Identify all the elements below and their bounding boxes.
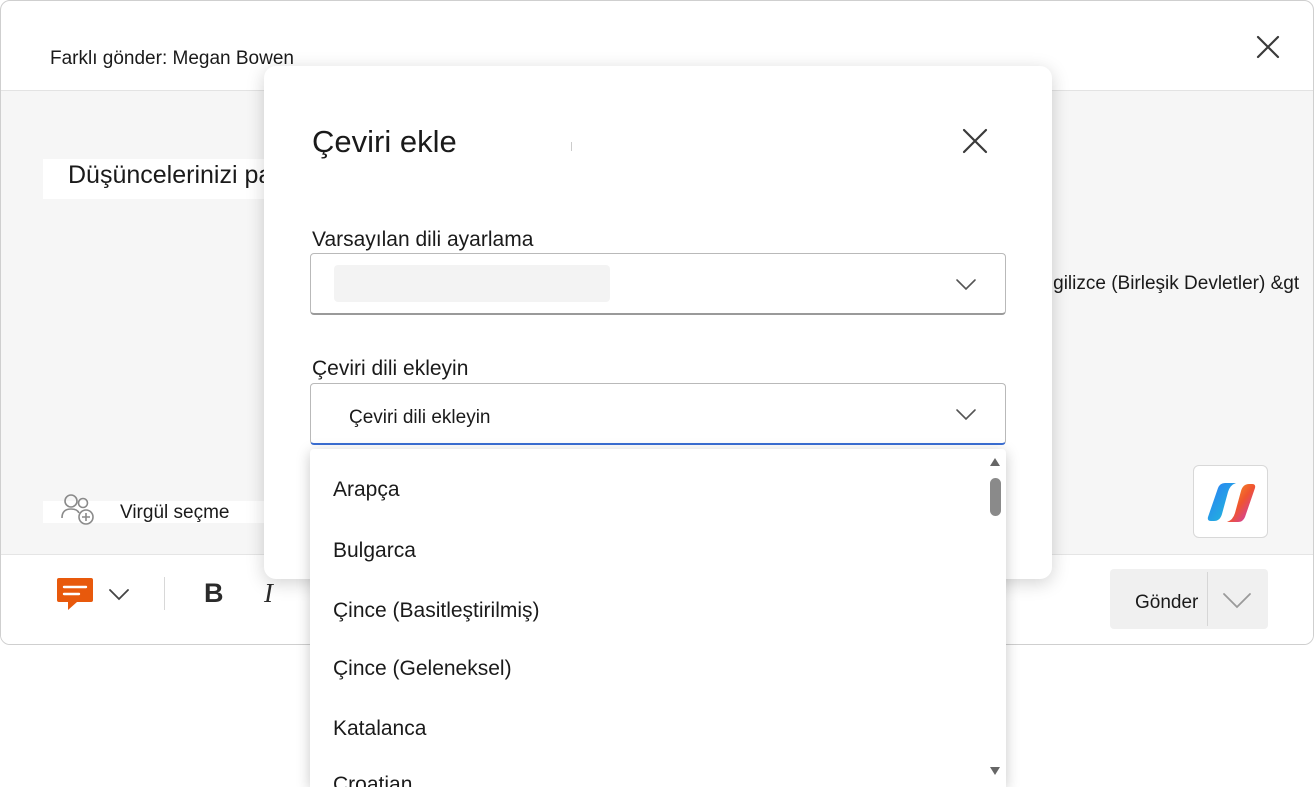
chevron-down-icon — [956, 279, 976, 291]
list-item[interactable]: Çince (Basitleştirilmiş) — [333, 599, 540, 623]
scroll-down-icon[interactable] — [989, 766, 1001, 776]
bold-button[interactable]: B — [204, 578, 230, 612]
close-icon[interactable] — [958, 124, 992, 158]
dialog-title: Çeviri ekle — [312, 124, 457, 159]
chevron-down-icon — [956, 409, 976, 421]
send-options-chevron-icon[interactable] — [1217, 585, 1257, 615]
default-language-label: Varsayılan dili ayarlama — [312, 228, 534, 251]
chevron-down-icon[interactable] — [107, 584, 131, 604]
list-item[interactable]: Bulgarca — [333, 539, 416, 563]
person-add-icon[interactable] — [60, 492, 96, 526]
list-item[interactable]: Croatian — [333, 773, 412, 787]
window-title: Farklı gönder: Megan Bowen — [50, 48, 294, 69]
default-language-value — [334, 265, 610, 302]
translation-language-label: Çeviri dili ekleyin — [312, 357, 469, 380]
toolbar-separator — [164, 577, 165, 610]
language-side-text: ;İngilizce (Birleşik Devletler) &gt — [1032, 273, 1300, 294]
comment-icon[interactable] — [55, 576, 95, 614]
tick-mark — [571, 142, 572, 151]
list-item[interactable]: Arapça — [333, 478, 400, 502]
translation-language-placeholder: Çeviri dili ekleyin — [349, 407, 491, 428]
scroll-up-icon[interactable] — [989, 457, 1001, 467]
recipients-field[interactable]: Virgül seçme — [120, 502, 229, 524]
list-item[interactable]: Katalanca — [333, 717, 426, 741]
scrollbar-thumb[interactable] — [990, 478, 1001, 516]
close-icon[interactable] — [1252, 31, 1284, 63]
copilot-icon — [1207, 483, 1256, 522]
send-divider — [1207, 572, 1208, 626]
send-button[interactable]: Gönder — [1135, 592, 1198, 614]
copilot-button[interactable] — [1193, 465, 1268, 538]
list-item[interactable]: Çince (Geleneksel) — [333, 657, 512, 681]
italic-button[interactable]: I — [264, 578, 288, 612]
